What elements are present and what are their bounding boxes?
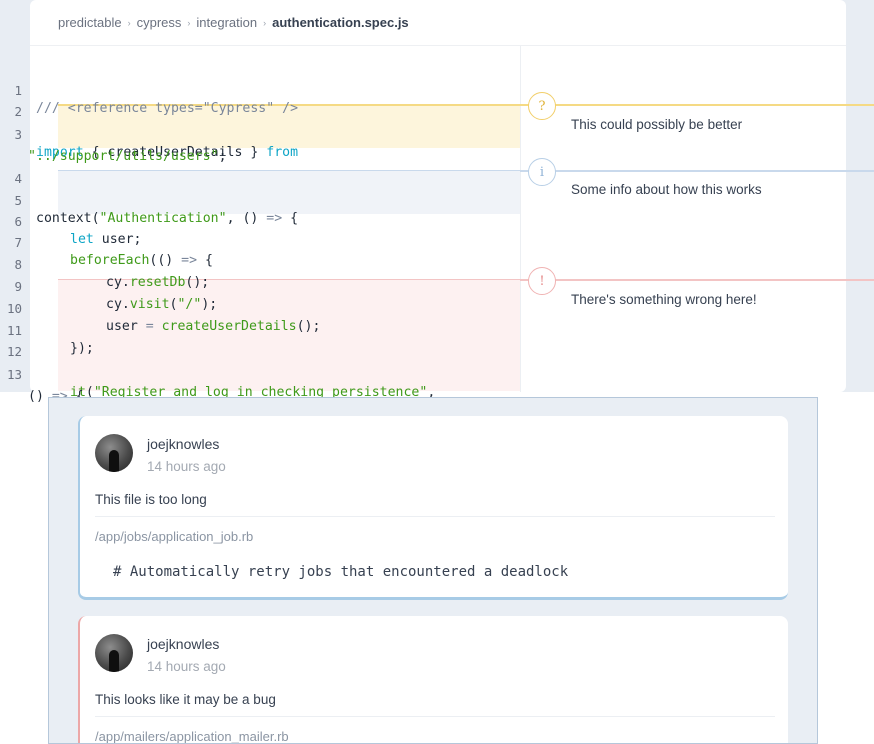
divider [95,516,775,517]
question-icon[interactable]: ? [528,92,556,120]
code-review-panel: predictable › cypress › integration › au… [0,0,874,404]
annotation-divider [520,46,521,392]
code-line: 1 /// <reference types="Cypress" /> [0,64,520,116]
info-annotation-line [520,170,874,172]
annotation-warning-text: This could possibly be better [571,117,743,132]
code-line: 4 [0,152,520,186]
comment-username[interactable]: joejknowles [147,636,219,652]
comment-username[interactable]: joejknowles [147,436,219,452]
info-icon[interactable]: i [528,158,556,186]
chevron-right-icon: › [263,17,267,28]
comment-body: This looks like it may be a bug [95,692,276,707]
code-line: 6 let user; [0,195,520,247]
comment-card[interactable]: joejknowles 14 hours ago This looks like… [78,616,788,743]
code-line: 10 user = createUserDetails(); [0,282,520,334]
annotation-error-text: There's something wrong here! [571,292,757,307]
alert-icon[interactable]: ! [528,267,556,295]
code-line-wrap: "../support/utils/users"; [0,130,520,164]
breadcrumb-current-file: authentication.spec.js [272,15,409,30]
code-line: 3 import { createUserDetails } from [0,108,520,160]
annotation-info-text: Some info about how this works [571,182,762,197]
code-line: 7 beforeEach(() => { [0,216,520,268]
chevron-right-icon: › [127,17,131,28]
comment-code-snippet: # Automatically retry jobs that encounte… [113,564,569,580]
comment-timestamp: 14 hours ago [147,659,226,674]
code-line: 13 it("Register and log in checking pers… [0,348,520,400]
code-line-wrap: () => { [0,370,520,404]
comment-timestamp: 14 hours ago [147,459,226,474]
code-line: 9 cy.visit("/"); [0,260,520,312]
comment-card[interactable]: joejknowles 14 hours ago This file is to… [78,416,788,600]
code-line: 2 [0,85,520,119]
breadcrumb-item-cypress[interactable]: cypress [137,15,182,30]
comment-body: This file is too long [95,492,207,507]
divider [95,716,775,717]
code-line: 8 cy.resetDb(); [0,238,520,290]
code-line: 5 context("Authentication", () => { [0,174,520,226]
error-annotation-line [520,279,874,281]
breadcrumb: predictable › cypress › integration › au… [30,0,846,46]
avatar[interactable] [95,434,133,472]
avatar[interactable] [95,634,133,672]
chevron-right-icon: › [187,17,191,28]
code-line: 11 }); [0,304,520,356]
warning-annotation-line [520,104,874,106]
breadcrumb-item-predictable[interactable]: predictable [58,15,122,30]
comments-panel: joejknowles 14 hours ago This file is to… [48,397,818,744]
comment-file-path[interactable]: /app/mailers/application_mailer.rb [95,729,289,743]
comment-file-path[interactable]: /app/jobs/application_job.rb [95,529,253,544]
breadcrumb-item-integration[interactable]: integration [196,15,257,30]
code-line: 12 [0,325,520,359]
